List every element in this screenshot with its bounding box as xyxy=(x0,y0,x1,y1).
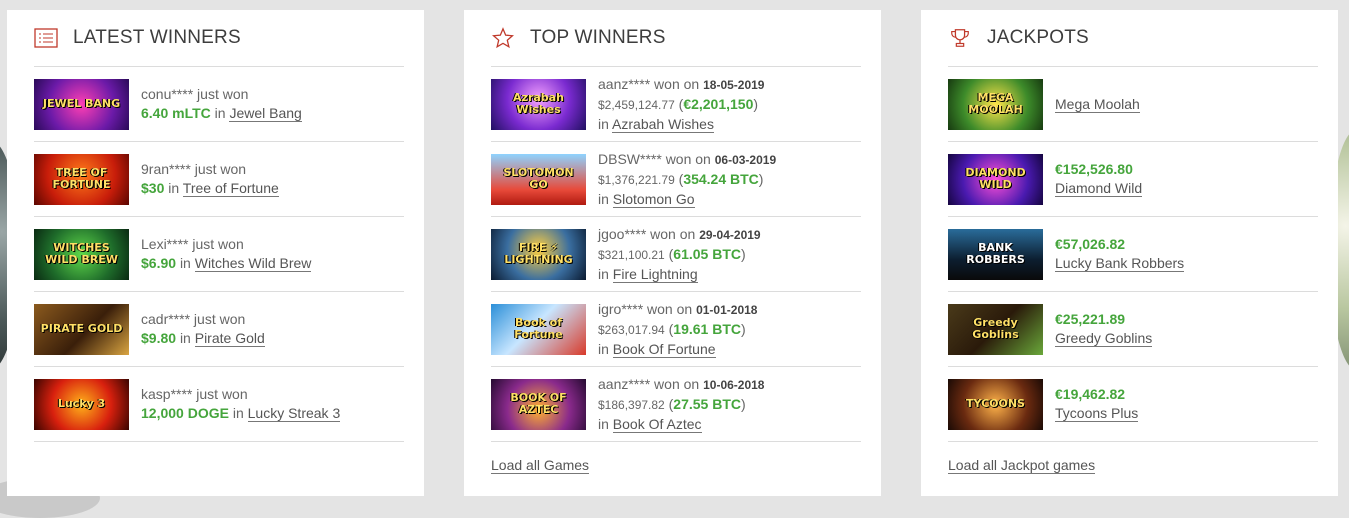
game-thumbnail[interactable]: TREE OF FORTUNE xyxy=(34,153,129,205)
top-winner-row: SLOTOMON GO DBSW**** won on 06-03-2019 $… xyxy=(491,142,861,217)
winner-row: JEWEL BANG conu**** just won 6.40 mLTC i… xyxy=(34,67,404,142)
game-link[interactable]: Book Of Aztec xyxy=(612,415,702,433)
jackpot-row: BANK ROBBERS €57,026.82 Lucky Bank Robbe… xyxy=(948,217,1318,292)
game-link[interactable]: Tree of Fortune xyxy=(182,180,279,197)
winner-row: WITCHES WILD BREW Lexi**** just won $6.9… xyxy=(34,217,404,292)
winner-username: DBSW**** xyxy=(598,150,662,167)
win-date: 29-04-2019 xyxy=(699,227,761,242)
game-link[interactable]: Diamond Wild xyxy=(1055,180,1143,197)
winner-username: cadr**** xyxy=(141,311,191,327)
latest-winners-panel: LATEST WINNERS JEWEL BANG conu**** just … xyxy=(7,10,424,496)
top-winner-row: Azrabah Wishes aanz**** won on 18-05-201… xyxy=(491,67,861,142)
usd-amount: $1,376,221.79 xyxy=(598,172,675,187)
game-thumbnail[interactable]: JEWEL BANG xyxy=(34,78,129,130)
win-amount: 6.40 mLTC xyxy=(141,105,211,121)
panel-title: TOP WINNERS xyxy=(530,27,666,48)
game-link[interactable]: Azrabah Wishes xyxy=(612,115,714,133)
jackpot-amount: €25,221.89 xyxy=(1055,311,1126,327)
load-all-games-link[interactable]: Load all Games xyxy=(491,457,590,474)
top-winner-row: Book of Fortune igro**** won on 01-01-20… xyxy=(491,292,861,367)
win-amount: 19.61 BTC xyxy=(673,320,741,337)
game-link[interactable]: Lucky Streak 3 xyxy=(247,405,341,422)
winner-username: 9ran**** xyxy=(141,161,191,177)
game-thumbnail[interactable]: Lucky 3 xyxy=(34,378,129,430)
winner-row: PIRATE GOLD cadr**** just won $9.80 in P… xyxy=(34,292,404,367)
win-amount: $9.80 xyxy=(141,330,177,346)
winner-username: aanz**** xyxy=(598,75,651,92)
winner-username: igro**** xyxy=(598,300,644,317)
load-all-jackpot-games-link[interactable]: Load all Jackpot games xyxy=(948,457,1096,474)
panel-header: JACKPOTS xyxy=(948,10,1318,67)
win-amount: 27.55 BTC xyxy=(673,395,741,412)
win-amount: $30 xyxy=(141,180,165,196)
win-amount: $6.90 xyxy=(141,255,177,271)
win-date: 01-01-2018 xyxy=(696,302,758,317)
game-link[interactable]: Jewel Bang xyxy=(229,105,302,122)
game-link[interactable]: Fire Lightning xyxy=(612,265,698,283)
win-date: 10-06-2018 xyxy=(703,377,765,392)
game-thumbnail[interactable]: FIRE ⚡ LIGHTNING xyxy=(491,228,586,280)
winner-username: Lexi**** xyxy=(141,236,189,252)
star-icon xyxy=(491,26,515,50)
top-winner-row: BOOK OF AZTEC aanz**** won on 10-06-2018… xyxy=(491,367,861,442)
usd-amount: $263,017.94 xyxy=(598,322,665,337)
trophy-icon xyxy=(948,26,972,50)
winner-row: TREE OF FORTUNE 9ran**** just won $30 in… xyxy=(34,142,404,217)
panel-title: LATEST WINNERS xyxy=(73,27,241,48)
jackpot-amount: €57,026.82 xyxy=(1055,236,1126,252)
top-winners-panel: TOP WINNERS Azrabah Wishes aanz**** won … xyxy=(464,10,881,496)
winner-username: jgoo**** xyxy=(598,225,647,242)
game-thumbnail[interactable]: MEGA MOOLAH xyxy=(948,78,1043,130)
jackpot-amount: €19,462.82 xyxy=(1055,386,1126,402)
win-amount: €2,201,150 xyxy=(683,95,754,112)
game-thumbnail[interactable]: BOOK OF AZTEC xyxy=(491,378,586,430)
jackpot-amount: €152,526.80 xyxy=(1055,161,1133,177)
game-link[interactable]: Mega Moolah xyxy=(1055,95,1140,113)
panel-header: LATEST WINNERS xyxy=(34,10,404,67)
jackpot-row: TYCOONS €19,462.82 Tycoons Plus xyxy=(948,367,1318,442)
jackpot-row: DIAMOND WILD €152,526.80 Diamond Wild xyxy=(948,142,1318,217)
win-amount: 354.24 BTC xyxy=(683,170,759,187)
game-thumbnail[interactable]: WITCHES WILD BREW xyxy=(34,228,129,280)
list-icon xyxy=(34,26,58,50)
game-link[interactable]: Pirate Gold xyxy=(194,330,265,347)
game-thumbnail[interactable]: DIAMOND WILD xyxy=(948,153,1043,205)
game-link[interactable]: Tycoons Plus xyxy=(1055,405,1139,422)
winner-username: conu**** xyxy=(141,86,194,102)
jackpots-panel: JACKPOTS MEGA MOOLAH Mega Moolah DIAMOND… xyxy=(921,10,1338,496)
game-link[interactable]: Greedy Goblins xyxy=(1055,330,1153,347)
game-link[interactable]: Book Of Fortune xyxy=(612,340,716,358)
game-thumbnail[interactable]: BANK ROBBERS xyxy=(948,228,1043,280)
panel-header: TOP WINNERS xyxy=(491,10,861,67)
game-thumbnail[interactable]: Azrabah Wishes xyxy=(491,78,586,130)
winner-username: aanz**** xyxy=(598,375,651,392)
game-link[interactable]: Witches Wild Brew xyxy=(194,255,312,272)
winner-username: kasp**** xyxy=(141,386,193,402)
winner-row: Lucky 3 kasp**** just won 12,000 DOGE in… xyxy=(34,367,404,442)
win-amount: 61.05 BTC xyxy=(673,245,741,262)
top-winner-row: FIRE ⚡ LIGHTNING jgoo**** won on 29-04-2… xyxy=(491,217,861,292)
game-link[interactable]: Slotomon Go xyxy=(612,190,695,208)
usd-amount: $321,100.21 xyxy=(598,247,665,262)
game-thumbnail[interactable]: PIRATE GOLD xyxy=(34,303,129,355)
win-amount: 12,000 DOGE xyxy=(141,405,229,421)
panel-title: JACKPOTS xyxy=(987,27,1089,48)
jackpot-row: MEGA MOOLAH Mega Moolah xyxy=(948,67,1318,142)
usd-amount: $2,459,124.77 xyxy=(598,97,675,112)
game-thumbnail[interactable]: SLOTOMON GO xyxy=(491,153,586,205)
game-thumbnail[interactable]: TYCOONS xyxy=(948,378,1043,430)
win-date: 18-05-2019 xyxy=(703,77,765,92)
jackpot-row: Greedy Goblins €25,221.89 Greedy Goblins xyxy=(948,292,1318,367)
game-thumbnail[interactable]: Greedy Goblins xyxy=(948,303,1043,355)
game-link[interactable]: Lucky Bank Robbers xyxy=(1055,255,1185,272)
win-date: 06-03-2019 xyxy=(714,152,777,167)
usd-amount: $186,397.82 xyxy=(598,397,665,412)
game-thumbnail[interactable]: Book of Fortune xyxy=(491,303,586,355)
